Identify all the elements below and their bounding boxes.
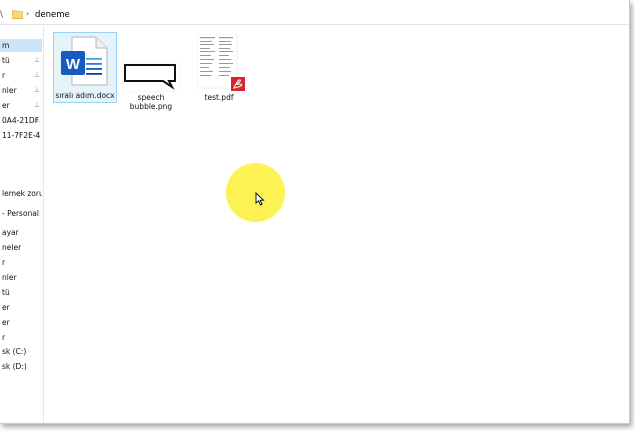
speech-bubble-thumbnail — [121, 61, 181, 94]
nav-item[interactable]: r ⊥ — [0, 69, 42, 82]
chevron-right-icon[interactable]: › — [26, 9, 29, 18]
nav-item[interactable]: er — [0, 301, 42, 314]
nav-item[interactable]: neler — [0, 241, 42, 254]
pin-icon: ⊥ — [33, 101, 40, 109]
file-explorer-window: \ › deneme m tü ⊥ r ⊥ nler ⊥ er ⊥ 0A4-21DF ⊥ … — [0, 0, 630, 424]
pin-icon: ⊥ — [33, 71, 40, 79]
pdf-document-thumbnail — [196, 33, 247, 94]
address-bar[interactable]: \ › deneme — [0, 6, 629, 25]
nav-item[interactable]: tü ⊥ — [0, 54, 42, 67]
pin-icon: ⊥ — [33, 86, 40, 94]
folder-icon — [12, 9, 23, 22]
nav-item[interactable]: 0A4-21DF ⊥ — [0, 114, 42, 127]
file-name: sıralı adım.docx — [55, 91, 115, 100]
nav-item[interactable]: r — [0, 256, 42, 269]
nav-item[interactable]: nler ⊥ — [0, 84, 42, 97]
pin-icon: ⊥ — [33, 116, 40, 124]
nav-item[interactable]: nler — [0, 271, 42, 284]
navigation-pane: m tü ⊥ r ⊥ nler ⊥ er ⊥ 0A4-21DF ⊥ 11-7F2E-4 ⊥ … — [0, 26, 44, 423]
word-document-icon: W — [60, 36, 108, 88]
nav-item[interactable]: er — [0, 316, 42, 329]
nav-item[interactable]: - Personal — [0, 207, 42, 220]
nav-item[interactable]: er ⊥ — [0, 99, 42, 112]
nav-fragment: \ — [0, 10, 4, 20]
nav-item[interactable]: lemek zorur — [0, 187, 42, 200]
nav-item[interactable]: ayar — [0, 226, 42, 239]
file-tile-docx[interactable]: W sıralı adım.docx — [53, 32, 117, 103]
mouse-pointer-icon — [255, 191, 265, 210]
svg-text:W: W — [66, 56, 81, 73]
pin-icon: ⊥ — [33, 56, 40, 64]
nav-item[interactable]: m — [0, 39, 42, 52]
nav-item[interactable]: tü — [0, 286, 42, 299]
nav-item[interactable]: sk (D:) — [0, 360, 42, 373]
nav-item[interactable]: sk (C:) — [0, 345, 42, 358]
file-name: test.pdf — [204, 93, 234, 102]
breadcrumb-current-folder[interactable]: deneme — [35, 10, 70, 20]
pin-icon: ⊥ — [33, 131, 40, 139]
nav-item[interactable]: 11-7F2E-4 ⊥ — [0, 129, 42, 142]
file-name-line2: bubble.png — [129, 102, 173, 111]
nav-item[interactable]: r — [0, 331, 42, 344]
file-name-line1: speech — [137, 93, 165, 102]
